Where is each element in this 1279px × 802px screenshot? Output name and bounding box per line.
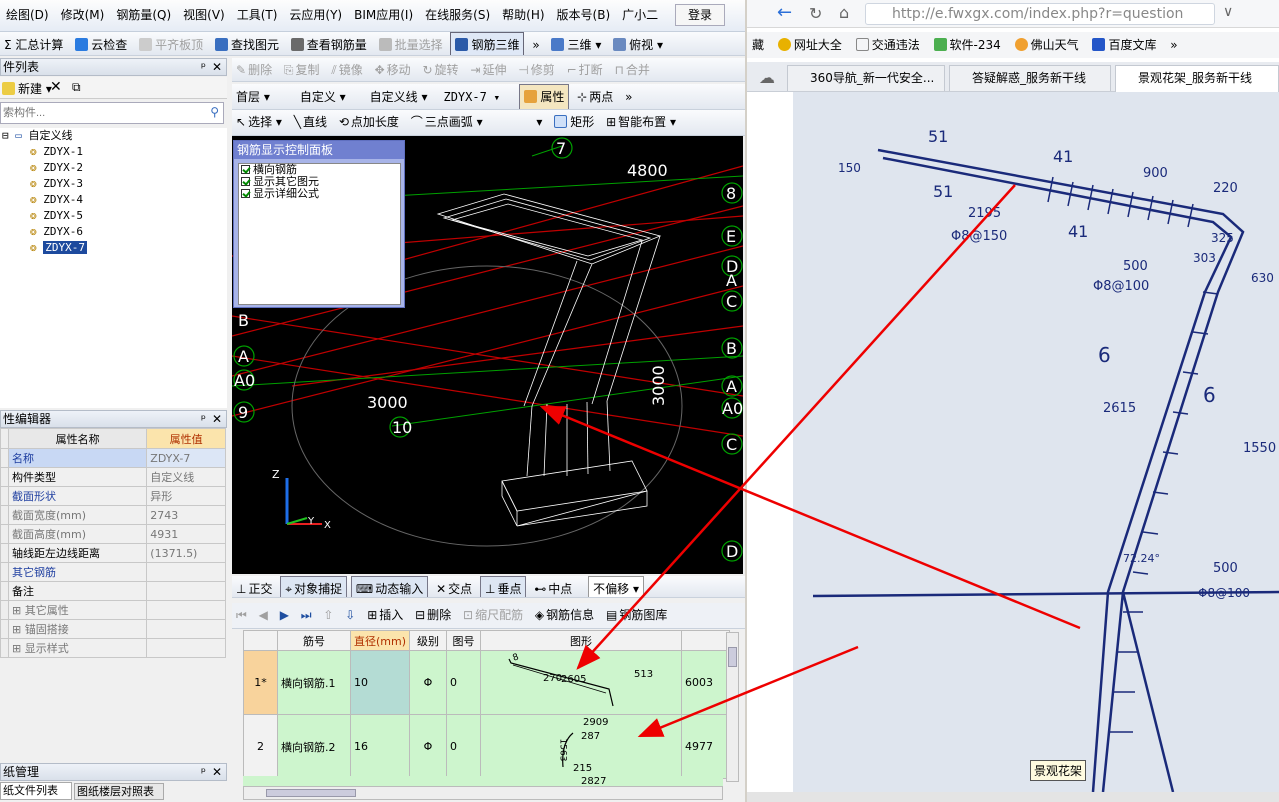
annotation-arrows <box>539 184 1081 738</box>
